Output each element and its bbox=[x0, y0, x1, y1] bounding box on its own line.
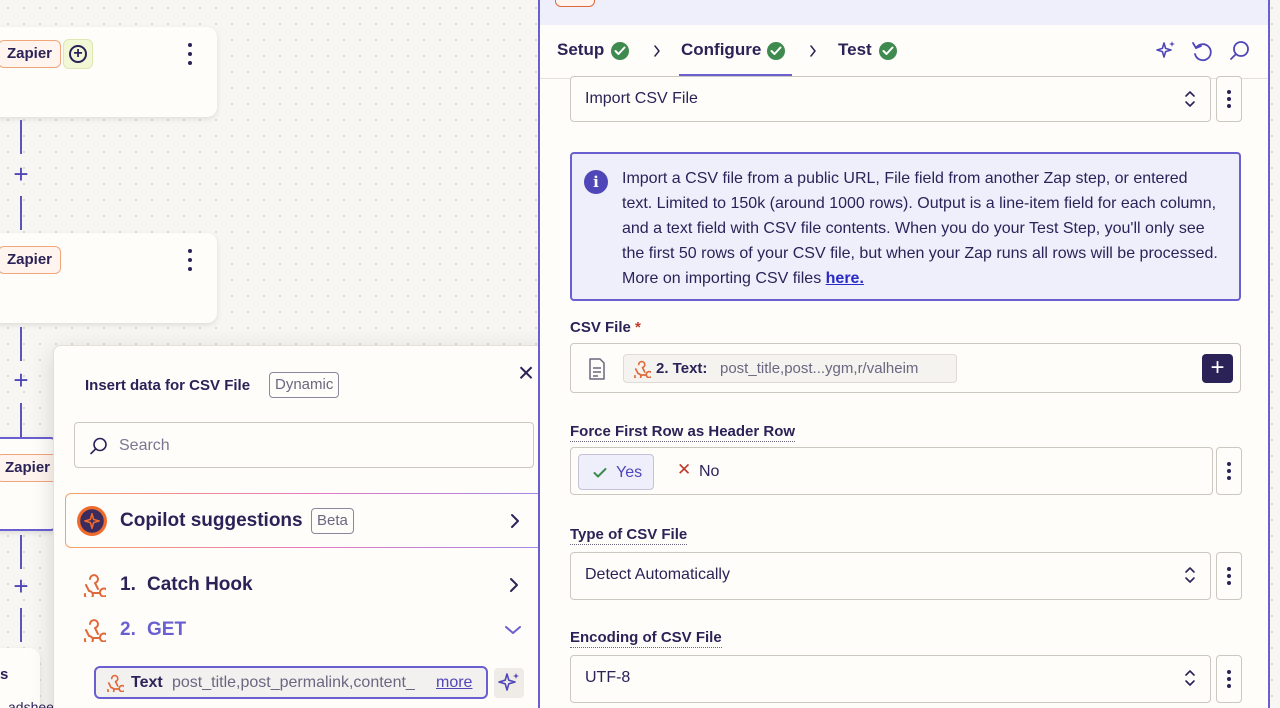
field-menu-icon[interactable] bbox=[1216, 552, 1242, 600]
event-select[interactable]: Import CSV File bbox=[570, 76, 1211, 122]
field-menu-icon[interactable] bbox=[1216, 447, 1242, 495]
plus-circle-icon: + bbox=[69, 45, 87, 63]
force-header-label: Force First Row as Header Row bbox=[570, 423, 796, 442]
add-step-plus-icon[interactable]: + bbox=[10, 573, 32, 599]
no-label: No bbox=[699, 463, 720, 480]
connector-line bbox=[20, 535, 22, 569]
insert-data-popover: Insert data for CSV File Dynamic × Copil… bbox=[53, 345, 553, 708]
force-header-toggle: Yes ✕ No bbox=[570, 447, 1213, 495]
csv-file-label: CSV File * bbox=[570, 319, 641, 336]
no-option[interactable]: ✕ No bbox=[669, 454, 739, 490]
yes-option[interactable]: Yes bbox=[578, 454, 654, 490]
field-menu-icon[interactable] bbox=[1216, 76, 1242, 122]
connector-line bbox=[20, 327, 22, 361]
chip-value: post_title,post...ygm,r/valheim bbox=[720, 360, 919, 377]
step-editor-panel: Setup Configure Test Import CSV File i I… bbox=[538, 0, 1270, 708]
csv-file-input[interactable]: 2. Text: post_title,post...ygm,r/valheim… bbox=[570, 343, 1241, 393]
mapped-field-chip[interactable]: 2. Text: post_title,post...ygm,r/valheim bbox=[623, 354, 957, 383]
tab-setup[interactable]: Setup bbox=[557, 40, 604, 60]
sparkle-icon[interactable] bbox=[494, 668, 524, 698]
step-row-get[interactable]: 2. GET bbox=[80, 615, 528, 645]
webhook-icon bbox=[83, 619, 106, 642]
zapier-app-chip: Zapier bbox=[0, 40, 62, 68]
step-label-fragment: s bbox=[0, 666, 9, 683]
tab-configure[interactable]: Configure bbox=[681, 40, 761, 60]
zapier-app-chip: Zapier bbox=[0, 454, 60, 482]
step-name: Catch Hook bbox=[147, 574, 253, 595]
field-menu-icon[interactable] bbox=[1216, 655, 1242, 703]
check-icon bbox=[593, 468, 607, 478]
add-step-plus-icon[interactable]: + bbox=[10, 161, 32, 187]
popover-title: Insert data for CSV File bbox=[85, 377, 251, 394]
event-select-value: Import CSV File bbox=[585, 90, 698, 107]
insert-data-button[interactable]: + bbox=[1202, 354, 1233, 383]
csv-type-select[interactable]: Detect Automatically bbox=[570, 552, 1211, 600]
chevron-right-icon bbox=[810, 45, 816, 57]
tab-bar: Setup Configure Test bbox=[540, 25, 1268, 79]
encoding-label: Encoding of CSV File bbox=[570, 629, 722, 648]
chevron-right-icon bbox=[654, 45, 660, 57]
field-value: post_title,post_permalink,content_ bbox=[172, 674, 415, 691]
add-step-plus-icon[interactable]: + bbox=[10, 367, 32, 393]
copilot-suggestions-row[interactable]: Copilot suggestions Beta bbox=[65, 493, 543, 548]
x-icon: ✕ bbox=[677, 460, 692, 479]
more-link[interactable]: more bbox=[436, 674, 472, 692]
webhook-icon bbox=[634, 360, 651, 378]
webhook-icon bbox=[83, 574, 106, 597]
connector-line bbox=[20, 196, 22, 230]
encoding-value: UTF-8 bbox=[585, 669, 631, 686]
check-circle-icon bbox=[611, 42, 629, 60]
connector-line bbox=[20, 608, 22, 642]
chevron-down-icon bbox=[505, 626, 521, 634]
search-icon[interactable] bbox=[1228, 39, 1252, 63]
check-circle-icon bbox=[879, 42, 897, 60]
copilot-label: Copilot suggestions bbox=[120, 510, 303, 531]
info-text: Import a CSV file from a public URL, Fil… bbox=[622, 170, 1218, 287]
dynamic-badge: Dynamic bbox=[269, 372, 340, 398]
close-icon[interactable]: × bbox=[514, 359, 538, 387]
help-link[interactable]: here. bbox=[826, 270, 864, 287]
chip-key: 2. Text: bbox=[656, 360, 708, 377]
tab-test[interactable]: Test bbox=[838, 40, 872, 60]
connector-line bbox=[20, 120, 22, 154]
info-icon: i bbox=[584, 170, 608, 194]
add-step-button[interactable]: + bbox=[63, 39, 93, 69]
connector-line bbox=[20, 403, 22, 437]
chevron-updown-icon bbox=[1185, 567, 1195, 583]
document-icon bbox=[589, 358, 605, 380]
step-row-catch-hook[interactable]: 1. Catch Hook bbox=[80, 570, 528, 600]
beta-badge: Beta bbox=[311, 508, 354, 534]
field-key: Text bbox=[131, 674, 163, 691]
step-label-fragment: adshee bbox=[8, 699, 54, 708]
copilot-icon bbox=[77, 506, 107, 536]
undo-icon[interactable] bbox=[1190, 39, 1214, 63]
search-field[interactable] bbox=[74, 422, 534, 468]
info-callout: i Import a CSV file from a public URL, F… bbox=[570, 152, 1241, 301]
sparkle-icon[interactable] bbox=[1154, 39, 1178, 63]
data-field-pill[interactable]: Text post_title,post_permalink,content_ … bbox=[94, 666, 488, 699]
zapier-app-chip: Zapier bbox=[0, 246, 62, 274]
chevron-right-icon bbox=[510, 578, 518, 592]
check-circle-icon bbox=[767, 42, 785, 60]
yes-label: Yes bbox=[616, 464, 643, 481]
zap-step-card[interactable]: Zapier bbox=[0, 233, 217, 323]
step-menu-icon[interactable] bbox=[185, 43, 195, 65]
csv-type-value: Detect Automatically bbox=[585, 566, 730, 583]
search-icon bbox=[90, 437, 107, 455]
csv-type-label: Type of CSV File bbox=[570, 526, 688, 545]
chevron-updown-icon bbox=[1185, 670, 1195, 686]
step-menu-icon[interactable] bbox=[185, 249, 195, 271]
app-icon bbox=[555, 0, 595, 7]
panel-header bbox=[540, 0, 1268, 25]
zap-step-card[interactable]: Zapier + bbox=[0, 27, 217, 117]
step-number: 1. bbox=[120, 574, 136, 595]
step-name: GET bbox=[147, 619, 187, 640]
chevron-updown-icon bbox=[1185, 91, 1195, 107]
webhook-icon bbox=[107, 674, 124, 692]
search-input[interactable] bbox=[119, 433, 519, 459]
chevron-right-icon bbox=[511, 514, 519, 528]
zap-step-card-selected[interactable]: Zapier bbox=[0, 437, 60, 531]
step-number: 2. bbox=[120, 619, 136, 640]
encoding-select[interactable]: UTF-8 bbox=[570, 655, 1211, 703]
